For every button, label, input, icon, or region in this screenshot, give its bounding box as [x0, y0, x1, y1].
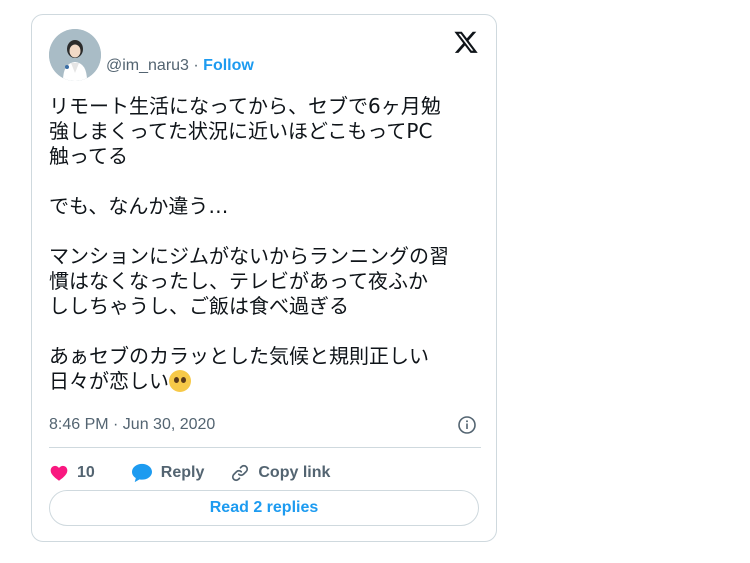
x-logo-icon[interactable] — [453, 29, 479, 55]
copy-link-button[interactable]: Copy link — [230, 463, 330, 483]
handle-separator: · — [188, 57, 204, 74]
like-button[interactable]: 10 — [49, 463, 95, 483]
pleading-face-icon — [169, 370, 191, 392]
tweet-body: リモート生活になってから、セブで6ヶ月勉 強しまくってた状況に近いほどこもってP… — [49, 94, 449, 393]
link-icon — [232, 464, 249, 482]
copy-link-label: Copy link — [258, 464, 331, 481]
reply-button[interactable]: Reply — [131, 463, 205, 483]
read-replies-button[interactable]: Read 2 replies — [49, 490, 479, 526]
divider — [49, 447, 481, 448]
heart-icon — [50, 465, 68, 481]
author-handle[interactable]: @im_naru3 — [106, 57, 189, 74]
tweet-timestamp[interactable]: 8:46 PM · Jun 30, 2020 — [49, 416, 215, 434]
like-count: 10 — [77, 464, 95, 481]
tweet-text: リモート生活になってから、セブで6ヶ月勉 強しまくってた状況に近いほどこもってP… — [49, 94, 489, 394]
tweet-card: @im_naru3 · Follow リモート生活になってから、セブで6ヶ月勉 … — [31, 14, 497, 542]
info-icon[interactable] — [457, 415, 477, 435]
action-bar: 10 Reply Copy link — [49, 461, 330, 485]
read-replies-label: Read 2 replies — [209, 499, 319, 516]
reply-bubble-icon — [131, 463, 152, 483]
reply-label: Reply — [160, 464, 205, 481]
author-row: @im_naru3 · Follow — [106, 57, 254, 75]
avatar[interactable] — [49, 29, 101, 81]
avatar-image — [49, 29, 101, 81]
follow-button[interactable]: Follow — [203, 57, 254, 74]
